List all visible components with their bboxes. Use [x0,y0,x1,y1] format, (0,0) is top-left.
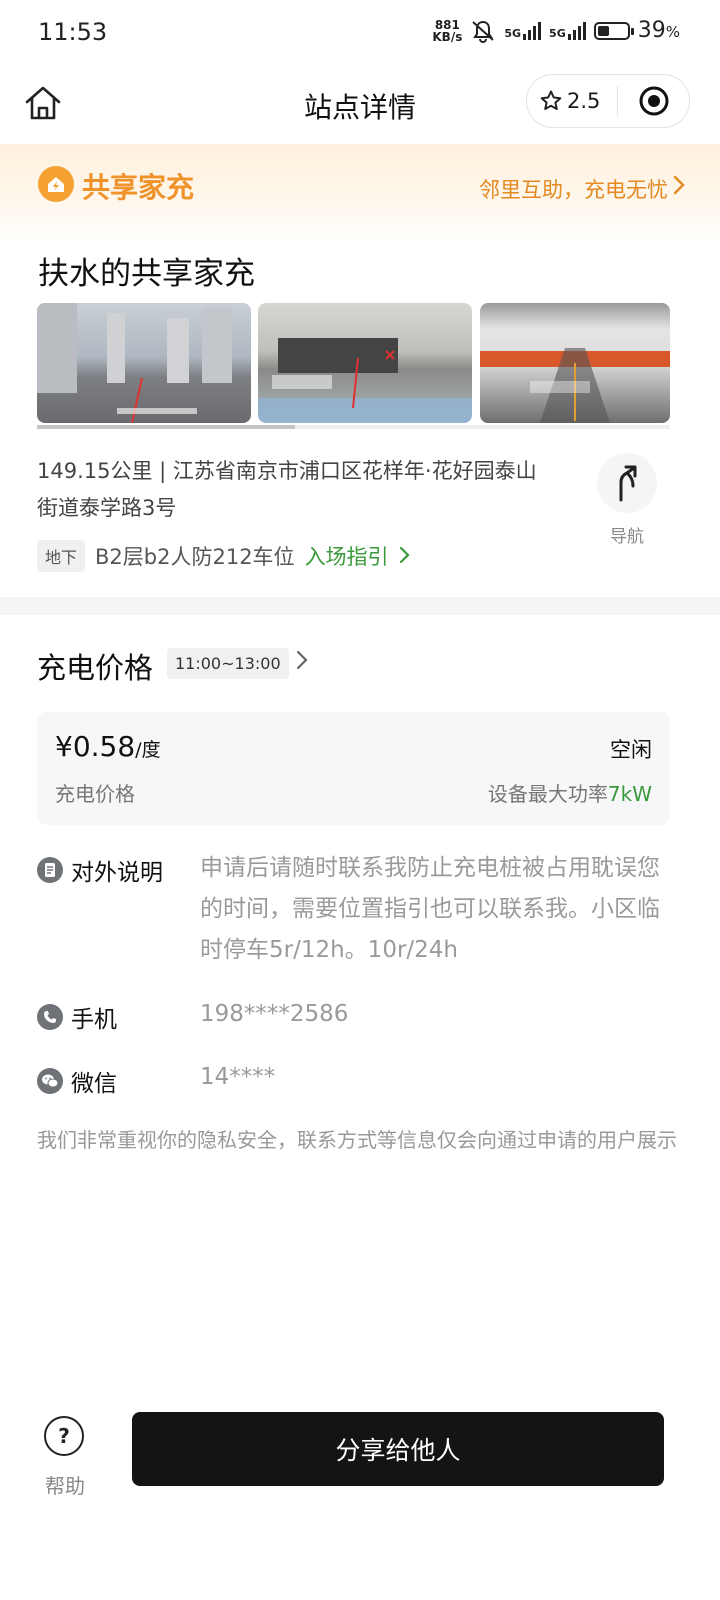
wechat-value: 14**** [200,1064,276,1090]
wechat-icon [37,1068,63,1094]
photo-scroll-thumb [37,425,295,429]
phone-value: 198****2586 [200,1001,349,1027]
desc-text: 申请后请随时联系我防止充电桩被占用耽误您的时间，需要位置指引也可以联系我。小区临… [200,855,660,963]
chevron-right-icon [400,546,410,564]
banner-slogan: 邻里互助，充电无忧 [479,178,668,202]
wechat-label-row: 微信 [37,1064,117,1098]
battery-icon [593,21,634,40]
section-divider [0,597,720,615]
chevron-right-icon [672,174,686,202]
price-label: 充电价格 [55,782,135,806]
phone-label: 手机 [71,1007,117,1033]
privacy-note: 我们非常重视你的隐私安全，联系方式等信息仅会向通过申请的用户展示 [37,1128,677,1152]
status-bar: 11:53 881 KB/s 5G 5G 39% [0,0,720,64]
navigation-turn-icon [619,465,637,502]
document-icon [37,857,63,883]
target-icon [639,86,668,116]
station-name: 扶水的共享家充 [38,256,255,292]
star-icon [540,90,562,110]
underground-tag: 地下 [37,540,86,572]
phone-label-row: 手机 [37,1000,117,1034]
status-time: 11:53 [38,18,108,46]
desc-label: 对外说明 [71,860,163,886]
phone-icon [37,1004,63,1030]
station-address: 149.15公里 | 江苏省南京市浦口区花样年·花好园泰山街道泰学路3号 [37,459,537,520]
price-card: ¥0.58/度 充电价格 空闲 设备最大功率7kW [37,712,670,825]
pricing-title: 充电价格 [37,651,154,685]
chevron-right-icon [296,650,308,670]
station-photo-2[interactable] [258,303,472,423]
close-miniapp-button[interactable] [618,85,689,117]
charger-status: 空闲 [610,738,652,762]
help-label[interactable]: 帮助 [30,1470,100,1499]
help-question-icon: ? [58,1424,70,1448]
share-button[interactable]: 分享给他人 [132,1412,664,1486]
top-nav: 站点详情 2.5 [0,64,720,144]
brand-name: 共享家充 [82,171,195,204]
battery-level [597,25,609,36]
parking-location-row: 地下 B2层b2人防212车位 入场指引 [37,540,411,572]
station-photo-1[interactable] [37,303,251,423]
navigate-button[interactable] [597,453,657,513]
navigate-label: 导航 [610,527,644,547]
status-icons: 881 KB/s 5G 5G 39% [432,18,680,43]
price-value: ¥0.58/度 [55,730,161,763]
battery-percent: 39% [637,18,680,43]
net-speed: 881 KB/s [432,17,463,44]
brand-logo-icon [38,166,74,202]
help-button[interactable]: ? [44,1416,84,1456]
max-power: 设备最大功率7kW [487,782,652,806]
signal-icon-1: 5G [504,21,542,40]
promo-banner[interactable]: 共享家充 邻里互助，充电无忧 [0,144,720,244]
rating-button[interactable]: 2.5 [527,89,617,113]
pricing-more-button[interactable] [296,650,308,676]
header-actions-pill: 2.5 [526,74,690,128]
station-photo-3[interactable] [480,303,670,423]
mute-bell-icon [472,20,495,43]
rating-value: 2.5 [567,89,601,113]
pricing-time-range[interactable]: 11:00~13:00 [167,648,289,679]
wechat-label: 微信 [71,1071,117,1097]
desc-label-row: 对外说明 [37,853,163,887]
entry-guide-link[interactable]: 入场指引 [305,541,412,571]
signal-icon-2: 5G [549,21,586,40]
parking-spot: B2层b2人防212车位 [95,545,295,569]
